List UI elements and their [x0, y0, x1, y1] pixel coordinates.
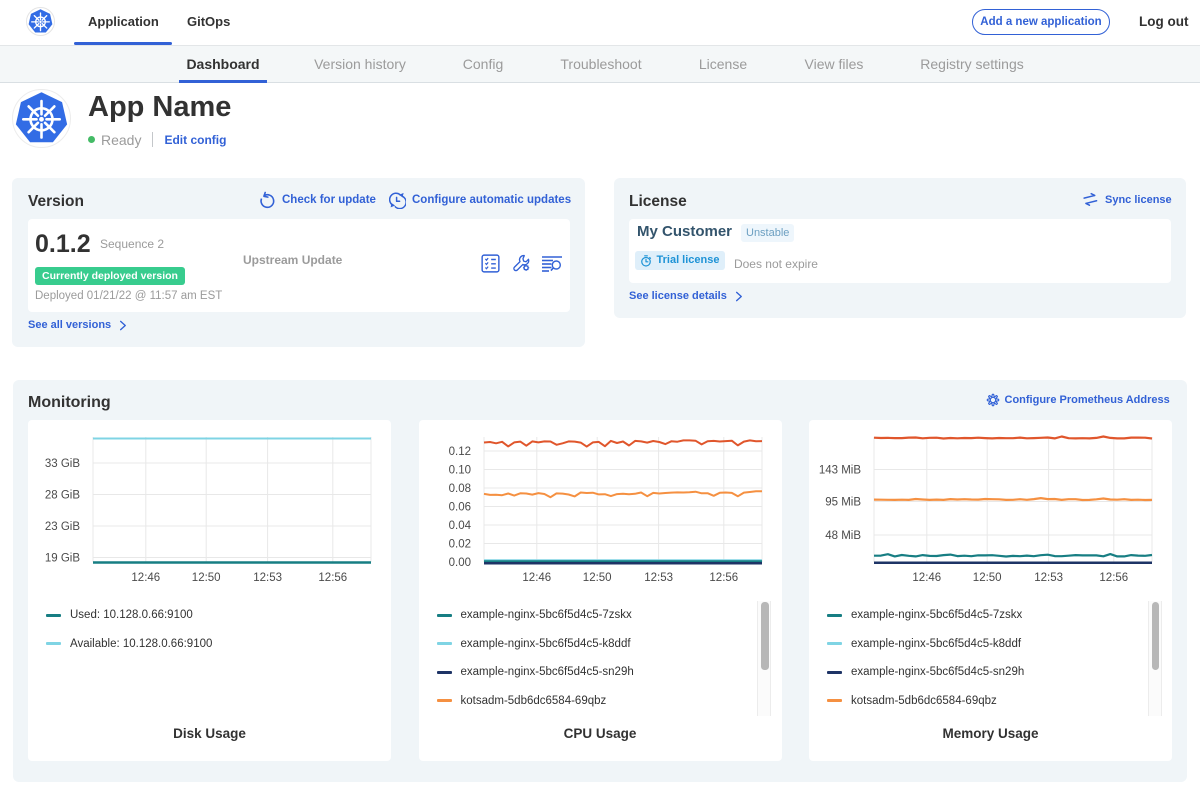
svg-text:0.04: 0.04 [448, 520, 471, 532]
svg-text:0.00: 0.00 [448, 557, 470, 569]
svg-text:0.10: 0.10 [448, 465, 470, 477]
svg-text:143 MiB: 143 MiB [819, 465, 862, 477]
svg-text:95 MiB: 95 MiB [825, 497, 861, 509]
svg-text:12:50: 12:50 [973, 572, 1002, 584]
svg-text:48 MiB: 48 MiB [825, 530, 861, 542]
svg-text:12:50: 12:50 [582, 572, 611, 584]
svg-text:12:50: 12:50 [192, 572, 221, 584]
svg-text:0.06: 0.06 [448, 502, 470, 514]
svg-text:12:46: 12:46 [912, 572, 941, 584]
svg-text:12:46: 12:46 [131, 572, 160, 584]
svg-text:0.08: 0.08 [448, 483, 470, 495]
svg-text:12:56: 12:56 [318, 572, 347, 584]
svg-text:33 GiB: 33 GiB [45, 458, 80, 470]
svg-text:12:56: 12:56 [1099, 572, 1128, 584]
svg-text:0.12: 0.12 [448, 446, 470, 458]
svg-text:12:46: 12:46 [522, 572, 551, 584]
svg-text:12:56: 12:56 [709, 572, 738, 584]
svg-text:12:53: 12:53 [1034, 572, 1063, 584]
svg-text:0.02: 0.02 [448, 539, 470, 551]
svg-text:19 GiB: 19 GiB [45, 553, 80, 565]
svg-text:23 GiB: 23 GiB [45, 521, 80, 533]
svg-text:12:53: 12:53 [644, 572, 673, 584]
svg-text:28 GiB: 28 GiB [45, 490, 80, 502]
svg-text:12:53: 12:53 [253, 572, 282, 584]
